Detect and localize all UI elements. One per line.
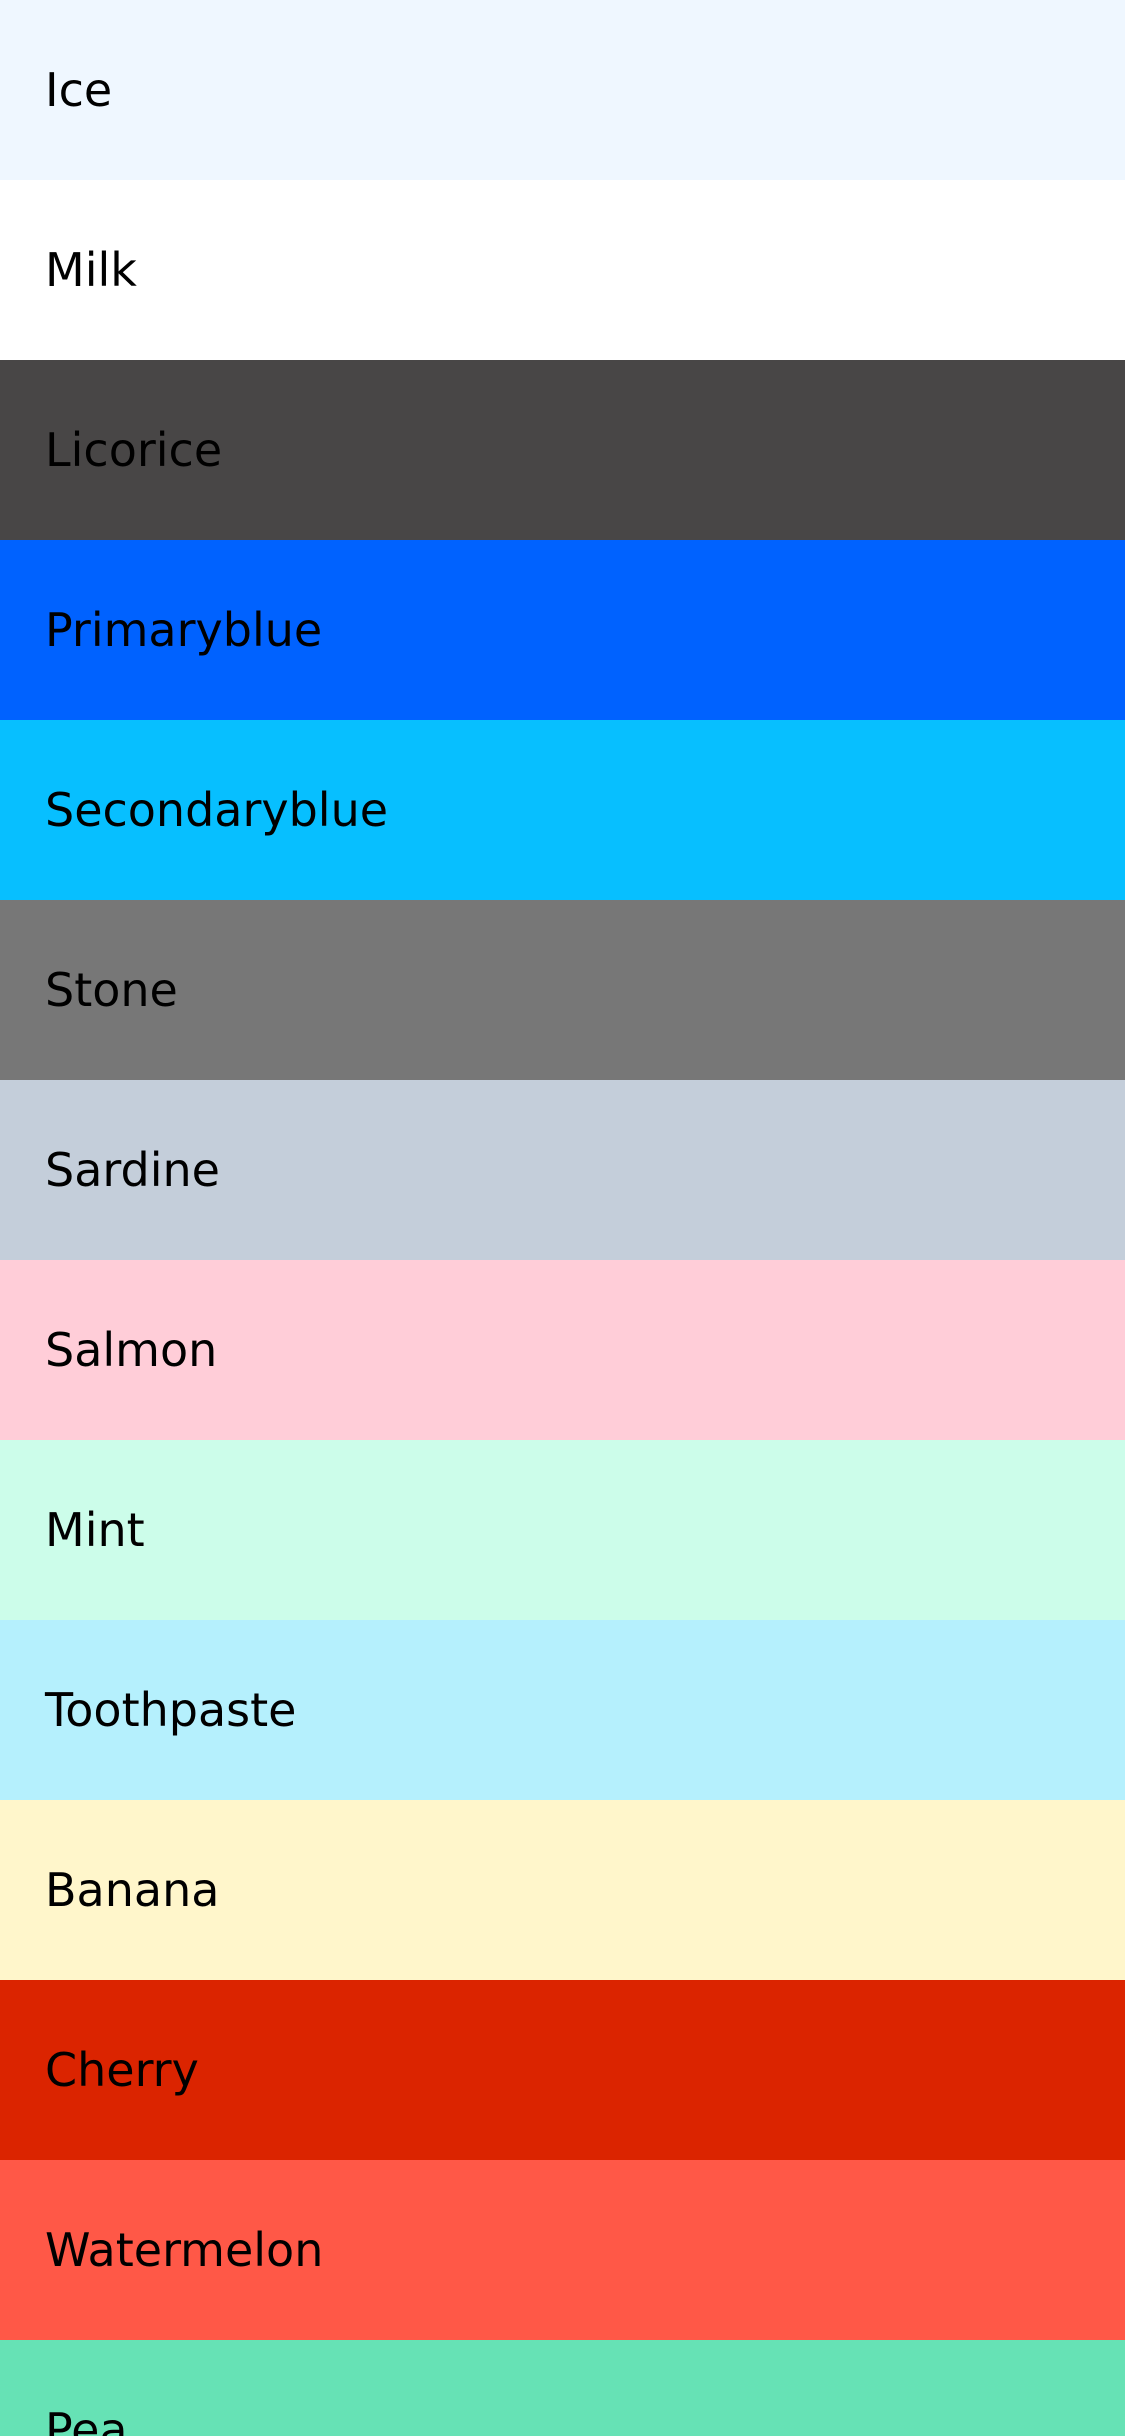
swatch-label: Milk <box>45 243 137 297</box>
swatch-label: Pea <box>45 2403 128 2436</box>
color-swatch-list: Ice Milk Licorice Primaryblue Secondaryb… <box>0 0 1125 2436</box>
swatch-primaryblue[interactable]: Primaryblue <box>0 540 1125 720</box>
swatch-label: Secondaryblue <box>45 783 389 837</box>
swatch-label: Mint <box>45 1503 145 1557</box>
swatch-banana[interactable]: Banana <box>0 1800 1125 1980</box>
swatch-label: Ice <box>45 63 113 117</box>
swatch-mint[interactable]: Mint <box>0 1440 1125 1620</box>
swatch-salmon[interactable]: Salmon <box>0 1260 1125 1440</box>
swatch-ice[interactable]: Ice <box>0 0 1125 180</box>
swatch-label: Sardine <box>45 1143 220 1197</box>
swatch-label: Salmon <box>45 1323 218 1377</box>
swatch-watermelon[interactable]: Watermelon <box>0 2160 1125 2340</box>
swatch-secondaryblue[interactable]: Secondaryblue <box>0 720 1125 900</box>
swatch-licorice[interactable]: Licorice <box>0 360 1125 540</box>
swatch-label: Primaryblue <box>45 603 323 657</box>
swatch-label: Banana <box>45 1863 220 1917</box>
swatch-label: Stone <box>45 963 178 1017</box>
swatch-pea[interactable]: Pea <box>0 2340 1125 2436</box>
swatch-label: Watermelon <box>45 2223 324 2277</box>
swatch-milk[interactable]: Milk <box>0 180 1125 360</box>
swatch-stone[interactable]: Stone <box>0 900 1125 1080</box>
swatch-cherry[interactable]: Cherry <box>0 1980 1125 2160</box>
swatch-label: Licorice <box>45 423 223 477</box>
swatch-sardine[interactable]: Sardine <box>0 1080 1125 1260</box>
swatch-label: Cherry <box>45 2043 199 2097</box>
swatch-toothpaste[interactable]: Toothpaste <box>0 1620 1125 1800</box>
swatch-label: Toothpaste <box>45 1683 297 1737</box>
